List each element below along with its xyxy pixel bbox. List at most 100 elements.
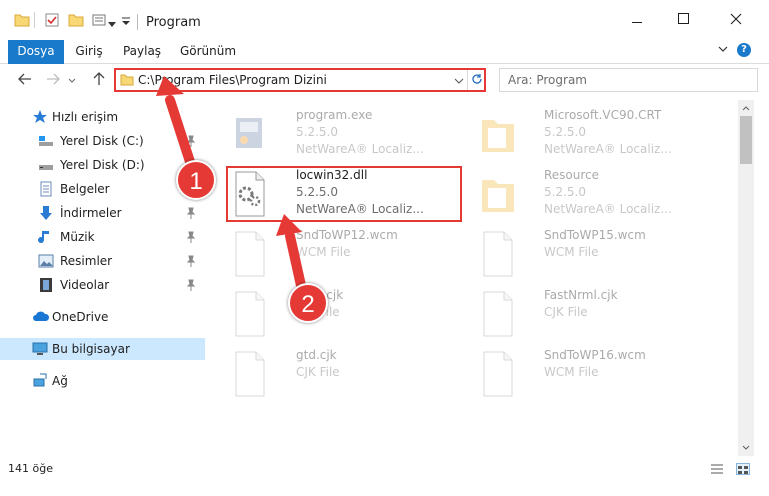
tab-home[interactable]: Giriş bbox=[70, 40, 108, 64]
details-view-icon[interactable] bbox=[710, 463, 724, 475]
folder-icon[interactable] bbox=[14, 13, 30, 30]
nav-item-network[interactable]: Ağ bbox=[0, 370, 205, 392]
file-type: WCM File bbox=[296, 245, 351, 259]
file-item-sndtowp16[interactable]: SndToWP16.wcm WCM File bbox=[474, 346, 710, 402]
nav-item-local-disk-c[interactable]: Yerel Disk (C:) bbox=[0, 130, 205, 152]
back-button[interactable] bbox=[16, 71, 34, 89]
computer-icon bbox=[32, 341, 48, 357]
file-icon bbox=[230, 350, 270, 398]
file-item-sndtowp12[interactable]: SndToWP12.wcm WCM File bbox=[226, 226, 462, 282]
file-item-fastnrml-cjk[interactable]: FastNrml.cjk CJK File bbox=[474, 286, 710, 342]
window-title: Program bbox=[146, 15, 201, 30]
nav-label: Resimler bbox=[60, 254, 113, 268]
file-name: FastNrml.cjk bbox=[544, 288, 618, 302]
nav-item-videos[interactable]: Videolar bbox=[0, 274, 205, 296]
chevron-down-icon bbox=[68, 73, 76, 87]
file-name: Resource bbox=[544, 168, 600, 182]
tab-share[interactable]: Paylaş bbox=[120, 40, 164, 64]
file-version: 5.2.5.0 bbox=[296, 125, 338, 139]
new-folder-icon[interactable] bbox=[68, 13, 84, 30]
up-button[interactable] bbox=[90, 71, 108, 89]
nav-item-documents[interactable]: Belgeler bbox=[0, 178, 205, 200]
customize-toolbar-icon[interactable] bbox=[121, 15, 131, 29]
address-path[interactable]: C:\Program Files\Program Dizini bbox=[138, 73, 327, 87]
video-icon bbox=[38, 277, 54, 293]
cloud-icon bbox=[32, 309, 50, 325]
properties-icon[interactable] bbox=[45, 13, 59, 30]
forward-button[interactable] bbox=[44, 71, 62, 89]
file-name: program.exe bbox=[296, 108, 373, 122]
file-type: CJK File bbox=[544, 305, 588, 319]
nav-label: Ağ bbox=[52, 374, 68, 388]
maximize-button[interactable] bbox=[661, 0, 707, 40]
navigation-pane: Hızlı erişim Yerel Disk (C:) Yerel Disk … bbox=[0, 100, 205, 456]
file-description: NetWareA® Localiz... bbox=[544, 142, 672, 156]
pin-icon[interactable] bbox=[186, 255, 196, 267]
view-options-icon[interactable] bbox=[92, 13, 106, 30]
pin-icon[interactable] bbox=[186, 279, 196, 291]
close-icon bbox=[730, 13, 742, 28]
title-bar: Program bbox=[0, 0, 769, 40]
vertical-scrollbar[interactable] bbox=[738, 100, 754, 456]
file-item-program-exe[interactable]: program.exe 5.2.5.0 NetWareA® Localiz... bbox=[226, 106, 462, 162]
file-description: NetWareA® Localiz... bbox=[296, 142, 424, 156]
ribbon-expand-icon[interactable] bbox=[717, 43, 729, 55]
pin-icon[interactable] bbox=[186, 231, 196, 243]
nav-item-this-pc[interactable]: Bu bilgisayar bbox=[0, 338, 205, 360]
file-item-sndtowp15[interactable]: SndToWP15.wcm WCM File bbox=[474, 226, 710, 282]
documents-icon bbox=[38, 181, 54, 197]
step-2-badge: 2 bbox=[288, 283, 328, 323]
nav-item-quick-access[interactable]: Hızlı erişim bbox=[0, 106, 205, 128]
file-icon bbox=[230, 290, 270, 338]
file-item-knf-cjk[interactable]: Knf...cjk CJK File bbox=[226, 286, 462, 342]
file-icon bbox=[478, 230, 518, 278]
title-separator bbox=[137, 14, 138, 30]
tiles-view-icon[interactable] bbox=[736, 463, 750, 475]
search-placeholder: Ara: Program bbox=[508, 73, 587, 87]
scroll-up-icon[interactable] bbox=[738, 100, 754, 116]
file-type: CJK File bbox=[296, 365, 340, 379]
nav-item-onedrive[interactable]: OneDrive bbox=[0, 306, 205, 328]
nav-item-pictures[interactable]: Resimler bbox=[0, 250, 205, 272]
nav-item-downloads[interactable]: İndirmeler bbox=[0, 202, 205, 224]
nav-label: Bu bilgisayar bbox=[52, 342, 130, 356]
scrollbar-thumb[interactable] bbox=[740, 116, 752, 164]
folder-item-microsoft-vc90-crt[interactable]: Microsoft.VC90.CRT 5.2.5.0 NetWareA® Loc… bbox=[474, 106, 710, 162]
chevron-down-icon[interactable] bbox=[108, 17, 116, 31]
folder-icon bbox=[478, 110, 518, 158]
refresh-button[interactable] bbox=[467, 70, 485, 90]
close-button[interactable] bbox=[713, 0, 759, 40]
maximize-icon bbox=[678, 12, 690, 28]
file-version: 5.2.5.0 bbox=[544, 185, 586, 199]
tab-file[interactable]: Dosya bbox=[8, 40, 64, 64]
pictures-icon bbox=[38, 253, 54, 269]
pin-icon[interactable] bbox=[186, 207, 196, 219]
tab-view[interactable]: Görünüm bbox=[178, 40, 238, 64]
chevron-down-icon[interactable] bbox=[453, 73, 465, 89]
drive-icon bbox=[38, 133, 54, 149]
recent-locations-button[interactable] bbox=[66, 71, 78, 89]
nav-item-music[interactable]: Müzik bbox=[0, 226, 205, 248]
arrow-right-icon bbox=[46, 73, 60, 88]
arrow-up-icon bbox=[93, 71, 105, 89]
search-input[interactable]: Ara: Program bbox=[499, 68, 758, 92]
nav-item-local-disk-d[interactable]: Yerel Disk (D:) bbox=[0, 154, 205, 176]
folder-icon bbox=[478, 170, 518, 218]
file-icon bbox=[478, 290, 518, 338]
file-name: SndToWP15.wcm bbox=[544, 228, 646, 242]
network-icon bbox=[32, 373, 48, 389]
music-icon bbox=[38, 229, 54, 245]
file-description: NetWareA® Localiz... bbox=[544, 202, 672, 216]
scroll-down-icon[interactable] bbox=[738, 440, 754, 456]
qa-separator bbox=[34, 12, 35, 28]
folder-item-resource[interactable]: Resource 5.2.5.0 NetWareA® Localiz... bbox=[474, 166, 710, 222]
nav-label: Yerel Disk (D:) bbox=[60, 158, 145, 172]
exe-icon bbox=[230, 110, 270, 158]
pin-icon[interactable] bbox=[186, 135, 196, 147]
nav-label: Yerel Disk (C:) bbox=[60, 134, 144, 148]
nav-label: İndirmeler bbox=[60, 206, 122, 220]
file-item-gtd-cjk[interactable]: gtd.cjk CJK File bbox=[226, 346, 462, 402]
minimize-button[interactable] bbox=[615, 0, 661, 40]
address-bar[interactable]: C:\Program Files\Program Dizini bbox=[114, 68, 486, 92]
help-button[interactable]: ? bbox=[737, 43, 751, 57]
